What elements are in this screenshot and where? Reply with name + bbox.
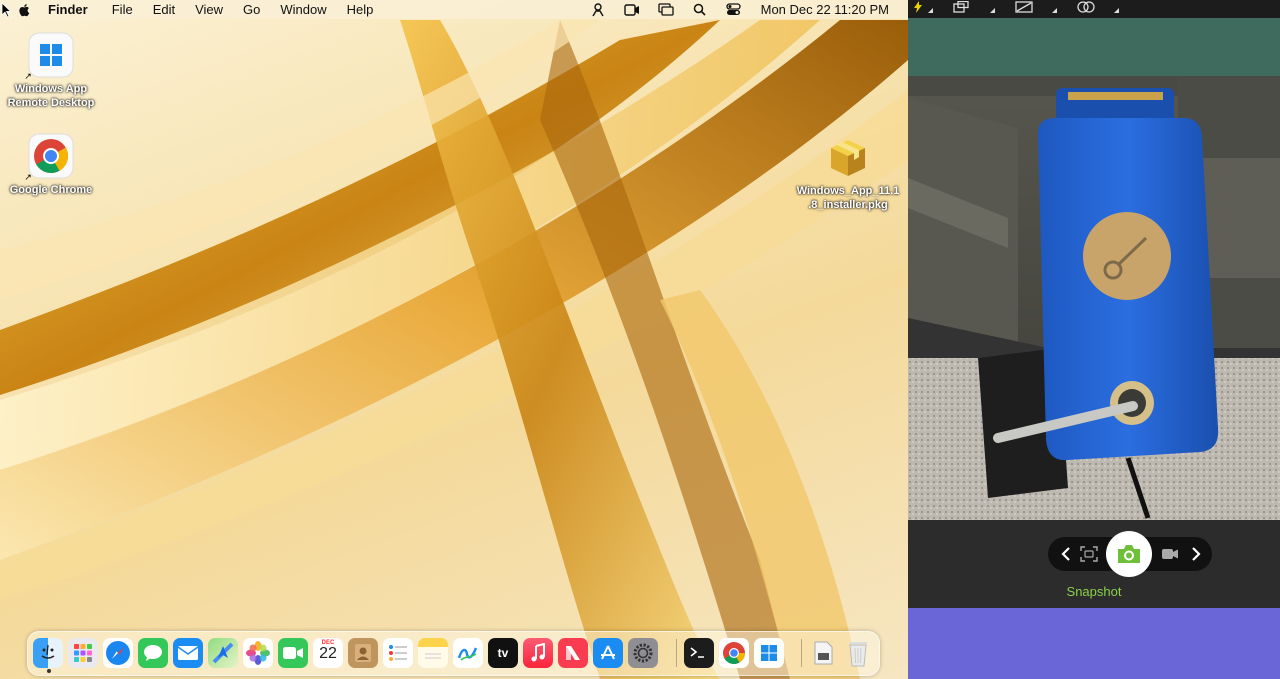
dock-downloads-icon[interactable]	[808, 638, 838, 668]
resolution-icon[interactable]	[952, 0, 972, 14]
camera-icon	[1118, 545, 1140, 563]
dock-app-store-icon[interactable]	[593, 638, 623, 668]
dock-launchpad-icon[interactable]	[68, 638, 98, 668]
camera-feed-image	[908, 18, 1280, 520]
menu-go[interactable]: Go	[243, 2, 260, 17]
menu-view[interactable]: View	[195, 2, 223, 17]
previous-mode-button[interactable]	[1054, 537, 1078, 571]
menu-edit[interactable]: Edit	[153, 2, 175, 17]
alias-arrow-icon: ↗	[24, 172, 32, 182]
dock-safari-icon[interactable]	[103, 638, 133, 668]
desktop-icon-label: Remote Desktop	[7, 97, 95, 109]
dock-messages-icon[interactable]	[138, 638, 168, 668]
dock-terminal-icon[interactable]	[684, 638, 714, 668]
menu-app-name[interactable]: Finder	[48, 2, 88, 17]
menu-clock[interactable]: Mon Dec 22 11:20 PM	[761, 2, 889, 17]
dock-trash-icon[interactable]	[843, 638, 873, 668]
dock-running-indicator	[47, 669, 51, 673]
mode-selector	[1048, 531, 1212, 577]
snapshot-label: Snapshot	[1066, 584, 1122, 599]
effects-icon[interactable]	[1076, 0, 1096, 14]
image-adjust-icon[interactable]	[1014, 0, 1034, 14]
dock-maps-icon[interactable]	[208, 638, 238, 668]
desktop-icon-label: Google Chrome	[9, 184, 93, 196]
dropdown-corner-icon	[990, 8, 995, 13]
dock-freeform-icon[interactable]	[453, 638, 483, 668]
apple-menu-icon[interactable]	[18, 3, 32, 17]
screen-record-icon[interactable]	[623, 3, 640, 17]
package-icon	[823, 130, 873, 180]
menu-window[interactable]: Window	[280, 2, 326, 17]
dock-facetime-icon[interactable]	[278, 638, 308, 668]
purple-bar	[908, 608, 1280, 679]
macos-desktop: Finder File Edit View Go Window Help Mon…	[0, 0, 908, 679]
dropdown-corner-icon	[1052, 8, 1057, 13]
dropdown-corner-icon	[1114, 8, 1119, 13]
desktop-icon-google-chrome[interactable]: ↗ Google Chrome	[0, 133, 106, 197]
camera-toolbar	[908, 0, 1280, 18]
flash-icon[interactable]	[908, 0, 928, 14]
snapshot-button[interactable]	[1106, 531, 1152, 577]
camera-feed	[908, 18, 1280, 520]
desktop-icon-label: Windows App	[14, 83, 88, 95]
calendar-day: 22	[319, 645, 337, 662]
dock-chrome-icon[interactable]	[719, 638, 749, 668]
video-mode-icon[interactable]	[1158, 537, 1182, 571]
dock-finder-icon[interactable]	[33, 638, 63, 668]
desktop-icon-installer-pkg[interactable]: Windows_App_11.1 .8_installer.pkg	[793, 130, 903, 212]
dock-music-icon[interactable]	[523, 638, 553, 668]
menu-file[interactable]: File	[112, 2, 133, 17]
dock-mail-icon[interactable]	[173, 638, 203, 668]
scan-mode-icon[interactable]	[1078, 537, 1100, 571]
dock-separator	[676, 639, 677, 667]
menu-bar: Finder File Edit View Go Window Help Mon…	[0, 0, 908, 19]
desktop-icon-label: Windows_App_11.1	[796, 185, 900, 197]
control-center-icon[interactable]	[726, 3, 742, 17]
menu-help[interactable]: Help	[347, 2, 374, 17]
dock-calendar-icon[interactable]: DEC 22	[313, 638, 343, 668]
spotlight-search-icon[interactable]	[692, 3, 708, 17]
dock: DEC 22 tv	[27, 631, 880, 676]
screen-mirroring-icon[interactable]	[657, 3, 674, 17]
camera-viewer-panel: Snapshot	[908, 0, 1280, 679]
desktop-icon-label: .8_installer.pkg	[808, 199, 888, 211]
desktop-icon-windows-app[interactable]: ↗ Windows App Remote Desktop	[0, 32, 106, 110]
dock-reminders-icon[interactable]	[383, 638, 413, 668]
dock-windows-app-icon[interactable]	[754, 638, 784, 668]
status-area: Mon Dec 22 11:20 PM	[581, 2, 908, 17]
alias-arrow-icon: ↗	[24, 71, 32, 81]
camera-controls: Snapshot	[908, 520, 1280, 608]
windows-app-icon: ↗	[24, 32, 74, 81]
next-mode-button[interactable]	[1184, 537, 1208, 571]
dock-notes-icon[interactable]	[418, 638, 448, 668]
dock-photos-icon[interactable]	[243, 638, 273, 668]
dock-news-icon[interactable]	[558, 638, 588, 668]
dock-tv-icon[interactable]: tv	[488, 638, 518, 668]
dock-tv-label: tv	[497, 646, 509, 660]
dropdown-corner-icon	[928, 8, 933, 13]
dock-system-settings-icon[interactable]	[628, 638, 658, 668]
dock-separator	[801, 639, 802, 667]
dock-contacts-icon[interactable]	[348, 638, 378, 668]
user-status-icon[interactable]	[590, 2, 606, 17]
mouse-cursor-icon	[1, 2, 11, 18]
chrome-icon: ↗	[24, 133, 74, 182]
wallpaper	[0, 20, 908, 679]
